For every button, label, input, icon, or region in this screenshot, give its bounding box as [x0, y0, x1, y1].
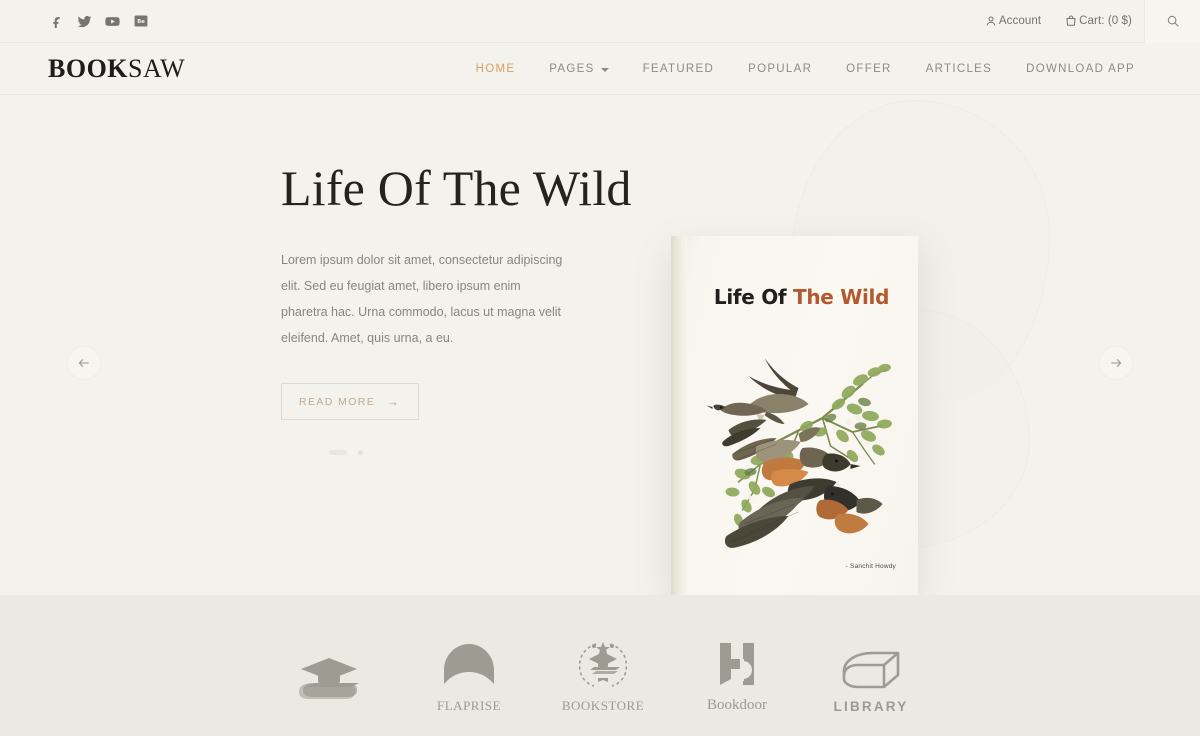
twitter-icon[interactable]: [76, 13, 93, 30]
arrow-right-icon: →: [386, 394, 401, 409]
svg-text:Be: Be: [137, 19, 145, 25]
cart-label: Cart: (0 $): [1079, 15, 1132, 27]
main-nav: HOME PAGES FEATURED POPULAR OFFER ARTICL…: [459, 63, 1152, 75]
account-label: Account: [998, 15, 1042, 27]
logo-bold-part: BOOK: [48, 53, 129, 83]
read-more-label: READ MORE: [299, 395, 376, 408]
nav-item-featured[interactable]: FEATURED: [626, 63, 732, 75]
hero-text-block: Life Of The Wild Lorem ipsum dolor sit a…: [281, 95, 681, 455]
youtube-icon[interactable]: [104, 13, 121, 30]
nav-label: POPULAR: [748, 62, 813, 75]
logo[interactable]: BOOKSAW: [48, 54, 185, 84]
logo-light-part: SAW: [128, 53, 186, 83]
partner-label: Bookdoor: [707, 696, 767, 713]
carousel-dot[interactable]: [358, 450, 363, 455]
cart-link[interactable]: Cart: (0 $): [1053, 15, 1144, 27]
book-author: - Sanchit Howdy: [845, 563, 896, 570]
partner-label: FLAPRISE: [437, 697, 501, 713]
behance-icon[interactable]: Be: [132, 13, 149, 30]
account-link[interactable]: Account: [973, 15, 1053, 27]
search-icon[interactable]: [1144, 0, 1200, 43]
partner-label: BOOKSTORE: [561, 697, 645, 713]
book-title-dark: Life Of: [713, 285, 793, 309]
graduation-cap-book-icon: [293, 652, 365, 706]
partner-logo-flaprise[interactable]: FLAPRISE: [402, 618, 536, 714]
nav-item-home[interactable]: HOME: [459, 63, 533, 75]
carousel-next-button[interactable]: [1099, 346, 1133, 380]
partner-logo-library[interactable]: LIBRARY: [804, 618, 938, 714]
nav-item-pages[interactable]: PAGES: [532, 63, 625, 75]
laurel-crest-icon: [574, 636, 632, 690]
site-header: BOOKSAW HOME PAGES FEATURED POPULAR OFFE…: [0, 43, 1200, 95]
carousel-prev-button[interactable]: [67, 346, 101, 380]
partner-logo-bookstore[interactable]: BOOKSTORE: [536, 618, 670, 714]
letter-h-book-icon: [714, 635, 760, 689]
hero-section: Life Of The Wild Lorem ipsum dolor sit a…: [0, 95, 1200, 595]
nav-label: DOWNLOAD APP: [1026, 62, 1135, 75]
partner-logo-bookdoor[interactable]: Bookdoor: [670, 618, 804, 714]
nav-item-download-app[interactable]: DOWNLOAD APP: [1009, 63, 1152, 75]
chevron-down-icon: [600, 67, 609, 72]
facebook-icon[interactable]: [48, 13, 65, 30]
topbar: Be Account Cart: (0 $): [0, 0, 1200, 43]
bird-illustration: [695, 314, 910, 559]
book-outline-icon: [840, 637, 902, 691]
hero-book-cover[interactable]: Life Of The Wild - Sanchit Howdy: [671, 236, 918, 595]
social-links: Be: [48, 13, 149, 30]
read-more-button[interactable]: READ MORE →: [281, 383, 419, 420]
nav-item-articles[interactable]: ARTICLES: [909, 63, 1009, 75]
nav-item-offer[interactable]: OFFER: [829, 63, 908, 75]
nav-label: HOME: [475, 62, 516, 75]
book-title-rust: The Wild: [793, 285, 890, 309]
open-book-arch-icon: [439, 636, 499, 690]
carousel-dots: [329, 450, 681, 455]
partners-section: FLAPRISE BOOKSTORE Bookdoor LIBRARY: [0, 595, 1200, 736]
nav-label: PAGES: [549, 62, 595, 75]
nav-label: FEATURED: [642, 62, 715, 75]
topbar-right: Account Cart: (0 $): [973, 0, 1200, 43]
book-cover-title: Life Of The Wild: [671, 285, 918, 309]
nav-label: OFFER: [846, 62, 892, 75]
hero-description: Lorem ipsum dolor sit amet, consectetur …: [281, 253, 563, 345]
page-title: Life Of The Wild: [281, 160, 632, 216]
nav-label: ARTICLES: [925, 62, 993, 75]
partner-label: LIBRARY: [833, 698, 909, 714]
partner-logo-graduation[interactable]: [262, 618, 396, 714]
carousel-dot[interactable]: [329, 450, 347, 455]
nav-item-popular[interactable]: POPULAR: [731, 63, 829, 75]
